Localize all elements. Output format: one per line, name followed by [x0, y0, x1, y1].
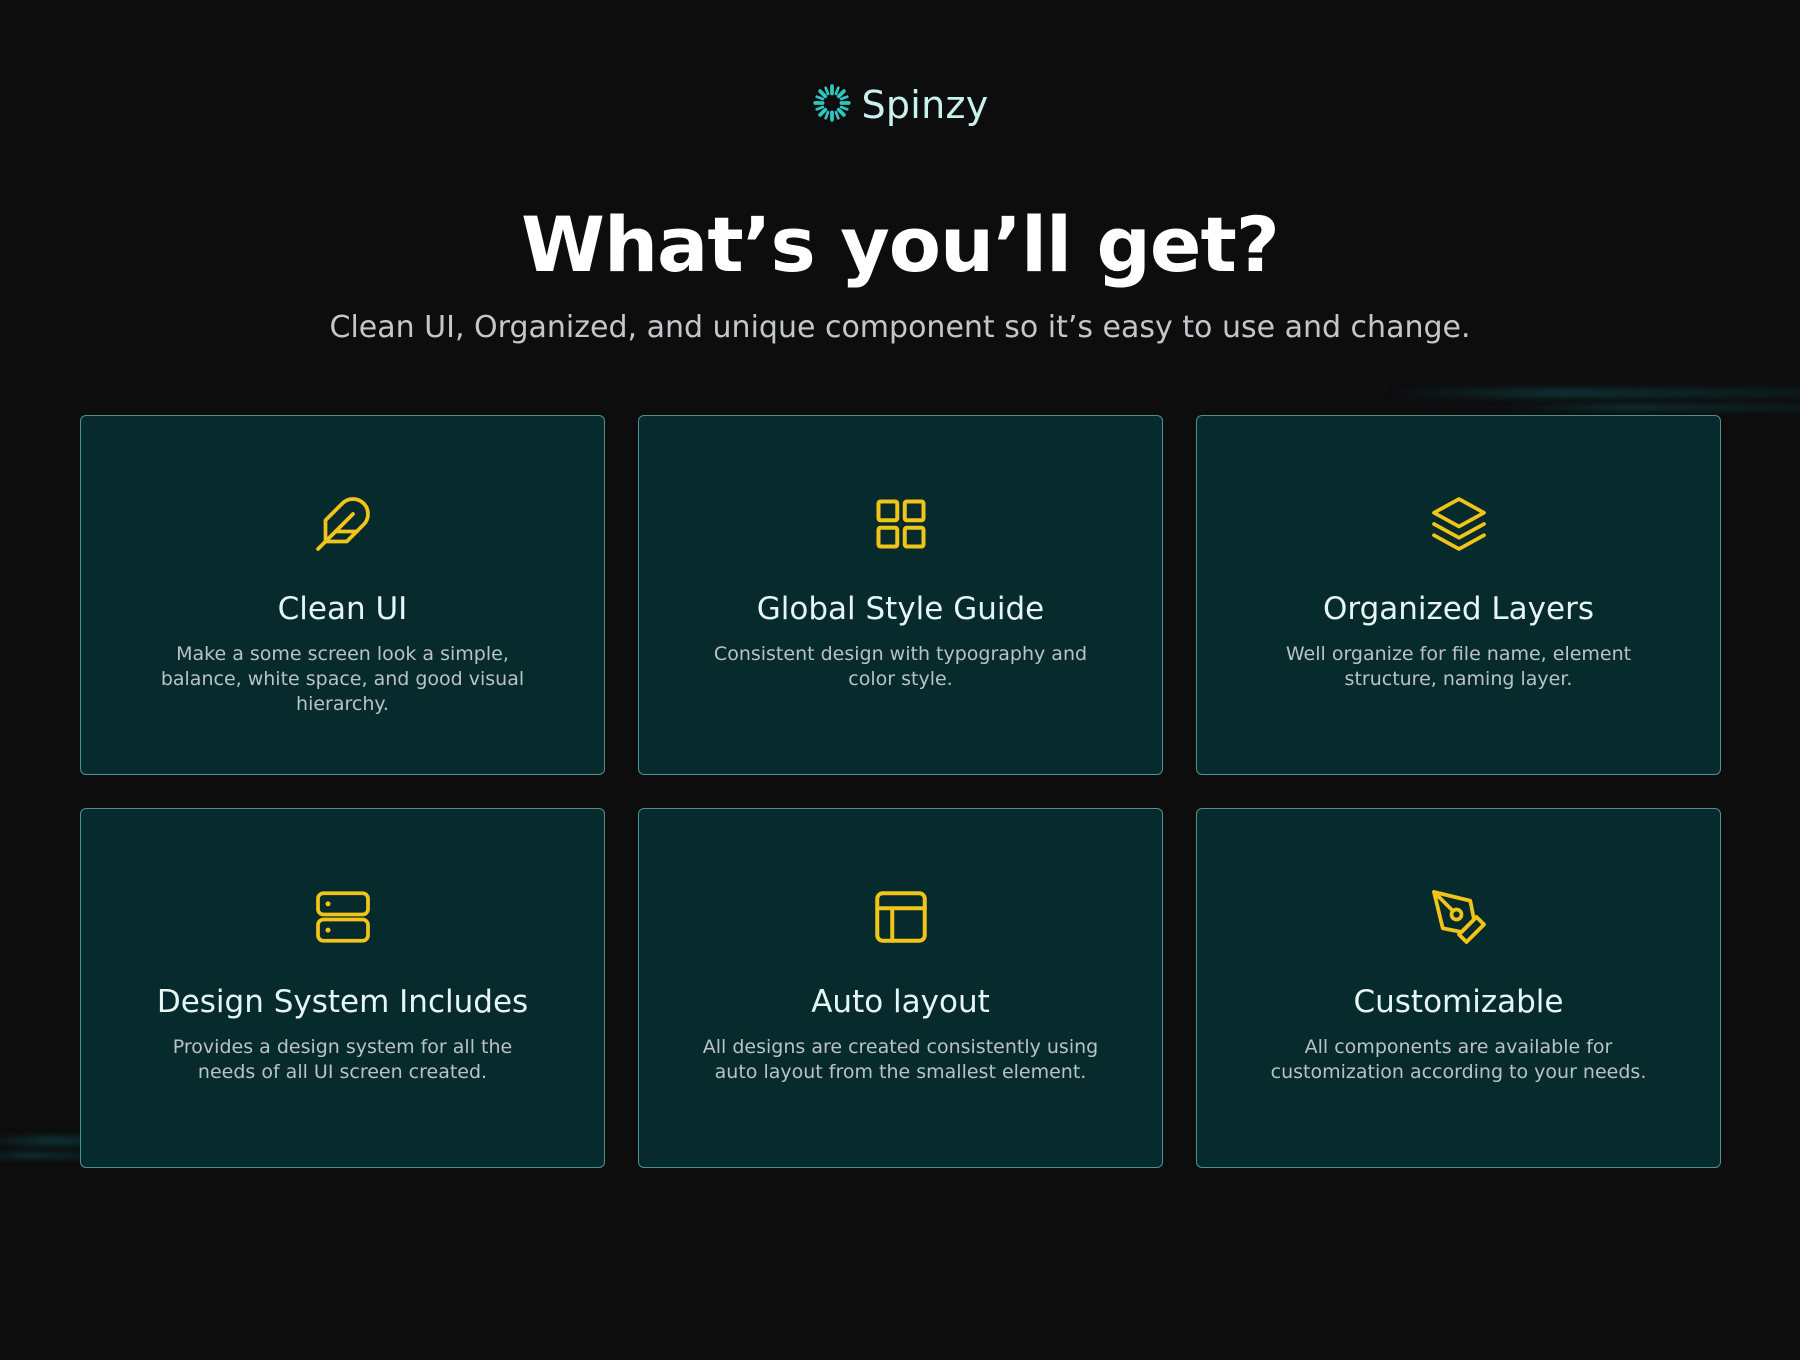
server-icon	[313, 887, 373, 947]
feature-description: Make a some screen look a simple, balanc…	[160, 643, 525, 715]
decorative-streak-top-right-2	[1500, 404, 1800, 411]
feature-description: All designs are created consistently usi…	[702, 1036, 1099, 1083]
brand-logo[interactable]: Spinzy	[0, 82, 1800, 128]
feature-card-auto-layout: Auto layout All designs are created cons…	[638, 808, 1163, 1168]
feature-card-clean-ui: Clean UI Make a some screen look a simpl…	[80, 415, 605, 775]
pen-tool-icon	[1429, 887, 1489, 947]
feature-title: Organized Layers	[1323, 591, 1594, 627]
feature-card-global-style-guide: Global Style Guide Consistent design wit…	[638, 415, 1163, 775]
grid-icon	[871, 494, 931, 554]
feature-title: Customizable	[1353, 984, 1564, 1020]
brand-name: Spinzy	[861, 83, 989, 127]
layers-icon	[1429, 494, 1489, 554]
feature-title: Auto layout	[811, 984, 990, 1020]
feature-description: Consistent design with typography and co…	[713, 643, 1088, 690]
feature-description: Well organize for file name, element str…	[1285, 643, 1632, 690]
feature-title: Design System Includes	[156, 984, 529, 1020]
feature-card-design-system: Design System Includes Provides a design…	[80, 808, 605, 1168]
decorative-streak-top-right	[1390, 388, 1800, 398]
page-title: What’s you’ll get?	[521, 200, 1280, 289]
features-grid: Clean UI Make a some screen look a simpl…	[80, 415, 1722, 1168]
page-subtitle: Clean UI, Organized, and unique componen…	[329, 310, 1471, 345]
feature-title: Global Style Guide	[756, 591, 1045, 627]
feature-description: Provides a design system for all the nee…	[172, 1036, 513, 1083]
feature-title: Clean UI	[277, 591, 408, 627]
page: Spinzy What’s you’ll get? Clean UI, Orga…	[0, 0, 1800, 1360]
feature-card-organized-layers: Organized Layers Well organize for file …	[1196, 415, 1721, 775]
feature-description: All components are available for customi…	[1270, 1036, 1647, 1083]
spinner-logo-icon	[811, 82, 853, 128]
layout-icon	[871, 887, 931, 947]
feather-icon	[313, 494, 373, 554]
feature-card-customizable: Customizable All components are availabl…	[1196, 808, 1721, 1168]
